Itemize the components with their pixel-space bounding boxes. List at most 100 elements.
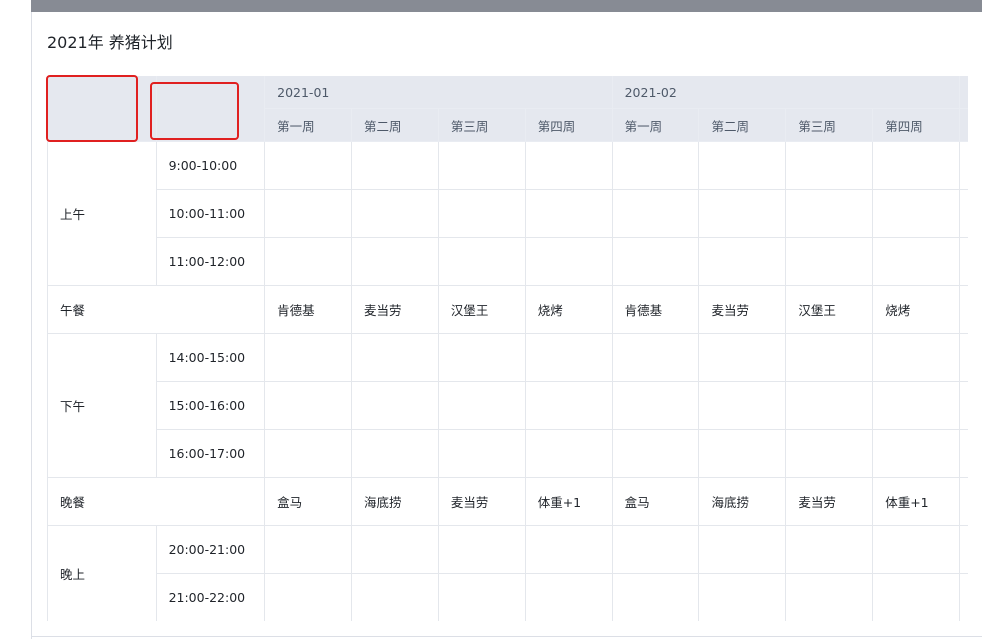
schedule-cell[interactable] xyxy=(611,525,700,574)
meal-cell[interactable]: 盒马 xyxy=(611,477,700,526)
schedule-cell[interactable] xyxy=(264,573,352,621)
schedule-cell[interactable] xyxy=(959,189,968,238)
schedule-cell[interactable] xyxy=(437,381,526,430)
schedule-cell[interactable] xyxy=(785,525,874,574)
schedule-cell[interactable] xyxy=(350,141,439,190)
schedule-cell[interactable] xyxy=(264,237,352,286)
time-slot-row: 上午 9:00-10:00 xyxy=(47,141,968,286)
schedule-cell[interactable] xyxy=(264,525,352,574)
schedule-cell[interactable] xyxy=(698,429,787,478)
meal-cell[interactable]: 烧烤 xyxy=(524,285,613,334)
schedule-cell[interactable] xyxy=(698,573,787,621)
schedule-cell[interactable] xyxy=(350,573,439,621)
schedule-cell[interactable] xyxy=(437,333,526,382)
schedule-cell[interactable] xyxy=(785,333,874,382)
period-label: 晚上 xyxy=(47,525,157,621)
schedule-cell[interactable] xyxy=(698,381,787,430)
meal-cell[interactable]: 盒马 xyxy=(959,477,968,526)
schedule-cell[interactable] xyxy=(437,237,526,286)
time-slot-row: 10:00-11:00 xyxy=(48,189,968,238)
schedule-cell[interactable] xyxy=(264,141,352,190)
schedule-cell[interactable] xyxy=(785,381,874,430)
schedule-cell[interactable] xyxy=(785,189,874,238)
meal-cell[interactable]: 体重+1 xyxy=(524,477,613,526)
schedule-cell[interactable] xyxy=(524,333,613,382)
schedule-cell[interactable] xyxy=(264,333,352,382)
meal-cell[interactable]: 烧烤 xyxy=(872,285,961,334)
meal-cell[interactable]: 肯德基 xyxy=(264,285,352,334)
schedule-cell[interactable] xyxy=(524,573,613,621)
schedule-cell[interactable] xyxy=(872,429,961,478)
meal-cell[interactable]: 麦当劳 xyxy=(785,477,874,526)
schedule-cell[interactable] xyxy=(524,237,613,286)
schedule-cell[interactable] xyxy=(872,573,961,621)
schedule-cell[interactable] xyxy=(437,525,526,574)
meal-cell[interactable]: 海底捞 xyxy=(698,477,787,526)
schedule-cell[interactable] xyxy=(959,333,968,382)
meal-cell[interactable]: 肯德基 xyxy=(959,285,968,334)
schedule-cell[interactable] xyxy=(524,429,613,478)
meal-row: 晚餐盒马海底捞麦当劳体重+1盒马海底捞麦当劳体重+1盒马 xyxy=(47,477,968,526)
schedule-cell[interactable] xyxy=(959,237,968,286)
schedule-cell[interactable] xyxy=(698,333,787,382)
schedule-cell[interactable] xyxy=(698,189,787,238)
meal-cell[interactable]: 汉堡王 xyxy=(437,285,526,334)
time-slot-label: 15:00-16:00 xyxy=(155,381,266,430)
schedule-cell[interactable] xyxy=(350,381,439,430)
schedule-cell[interactable] xyxy=(785,237,874,286)
schedule-cell[interactable] xyxy=(611,141,700,190)
schedule-cell[interactable] xyxy=(524,189,613,238)
schedule-cell[interactable] xyxy=(264,429,352,478)
schedule-cell[interactable] xyxy=(959,429,968,478)
time-slot-label: 11:00-12:00 xyxy=(155,237,266,286)
schedule-cell[interactable] xyxy=(350,333,439,382)
schedule-cell[interactable] xyxy=(611,237,700,286)
schedule-cell[interactable] xyxy=(698,141,787,190)
schedule-cell[interactable] xyxy=(524,381,613,430)
schedule-cell[interactable] xyxy=(959,525,968,574)
schedule-cell[interactable] xyxy=(785,573,874,621)
meal-label: 晚餐 xyxy=(47,477,266,526)
schedule-cell[interactable] xyxy=(350,525,439,574)
schedule-cell[interactable] xyxy=(350,429,439,478)
schedule-cell[interactable] xyxy=(611,429,700,478)
schedule-cell[interactable] xyxy=(872,381,961,430)
schedule-cell[interactable] xyxy=(785,429,874,478)
schedule-cell[interactable] xyxy=(698,237,787,286)
schedule-cell[interactable] xyxy=(872,237,961,286)
schedule-cell[interactable] xyxy=(264,381,352,430)
schedule-cell[interactable] xyxy=(611,333,700,382)
schedule-cell[interactable] xyxy=(872,189,961,238)
schedule-cell[interactable] xyxy=(611,573,700,621)
schedule-cell[interactable] xyxy=(524,525,613,574)
schedule-cell[interactable] xyxy=(524,141,613,190)
schedule-cell[interactable] xyxy=(437,141,526,190)
schedule-cell[interactable] xyxy=(437,573,526,621)
schedule-cell[interactable] xyxy=(872,525,961,574)
meal-cell[interactable]: 汉堡王 xyxy=(785,285,874,334)
schedule-cell[interactable] xyxy=(350,189,439,238)
schedule-cell[interactable] xyxy=(785,141,874,190)
meal-cell[interactable]: 体重+1 xyxy=(872,477,961,526)
schedule-table-container[interactable]: 2021-012021-022021-03 第一周第二周第三周第四周第一周第二周… xyxy=(47,76,968,621)
schedule-cell[interactable] xyxy=(437,429,526,478)
schedule-cell[interactable] xyxy=(350,237,439,286)
meal-cell[interactable]: 肯德基 xyxy=(611,285,700,334)
schedule-cell[interactable] xyxy=(264,189,352,238)
schedule-cell[interactable] xyxy=(872,141,961,190)
meal-cell[interactable]: 麦当劳 xyxy=(437,477,526,526)
schedule-cell[interactable] xyxy=(437,189,526,238)
schedule-cell[interactable] xyxy=(698,525,787,574)
meal-cell[interactable]: 盒马 xyxy=(264,477,352,526)
meal-cell[interactable]: 海底捞 xyxy=(350,477,439,526)
schedule-cell[interactable] xyxy=(611,381,700,430)
schedule-cell[interactable] xyxy=(872,333,961,382)
meal-cell[interactable]: 麦当劳 xyxy=(698,285,787,334)
schedule-cell[interactable] xyxy=(959,573,968,621)
schedule-cell[interactable] xyxy=(959,141,968,190)
schedule-cell[interactable] xyxy=(959,381,968,430)
time-slot-row: 下午 14:00-15:00 xyxy=(47,333,968,478)
schedule-cell[interactable] xyxy=(611,189,700,238)
meal-cell[interactable]: 麦当劳 xyxy=(350,285,439,334)
time-slot-label: 14:00-15:00 xyxy=(155,333,266,382)
